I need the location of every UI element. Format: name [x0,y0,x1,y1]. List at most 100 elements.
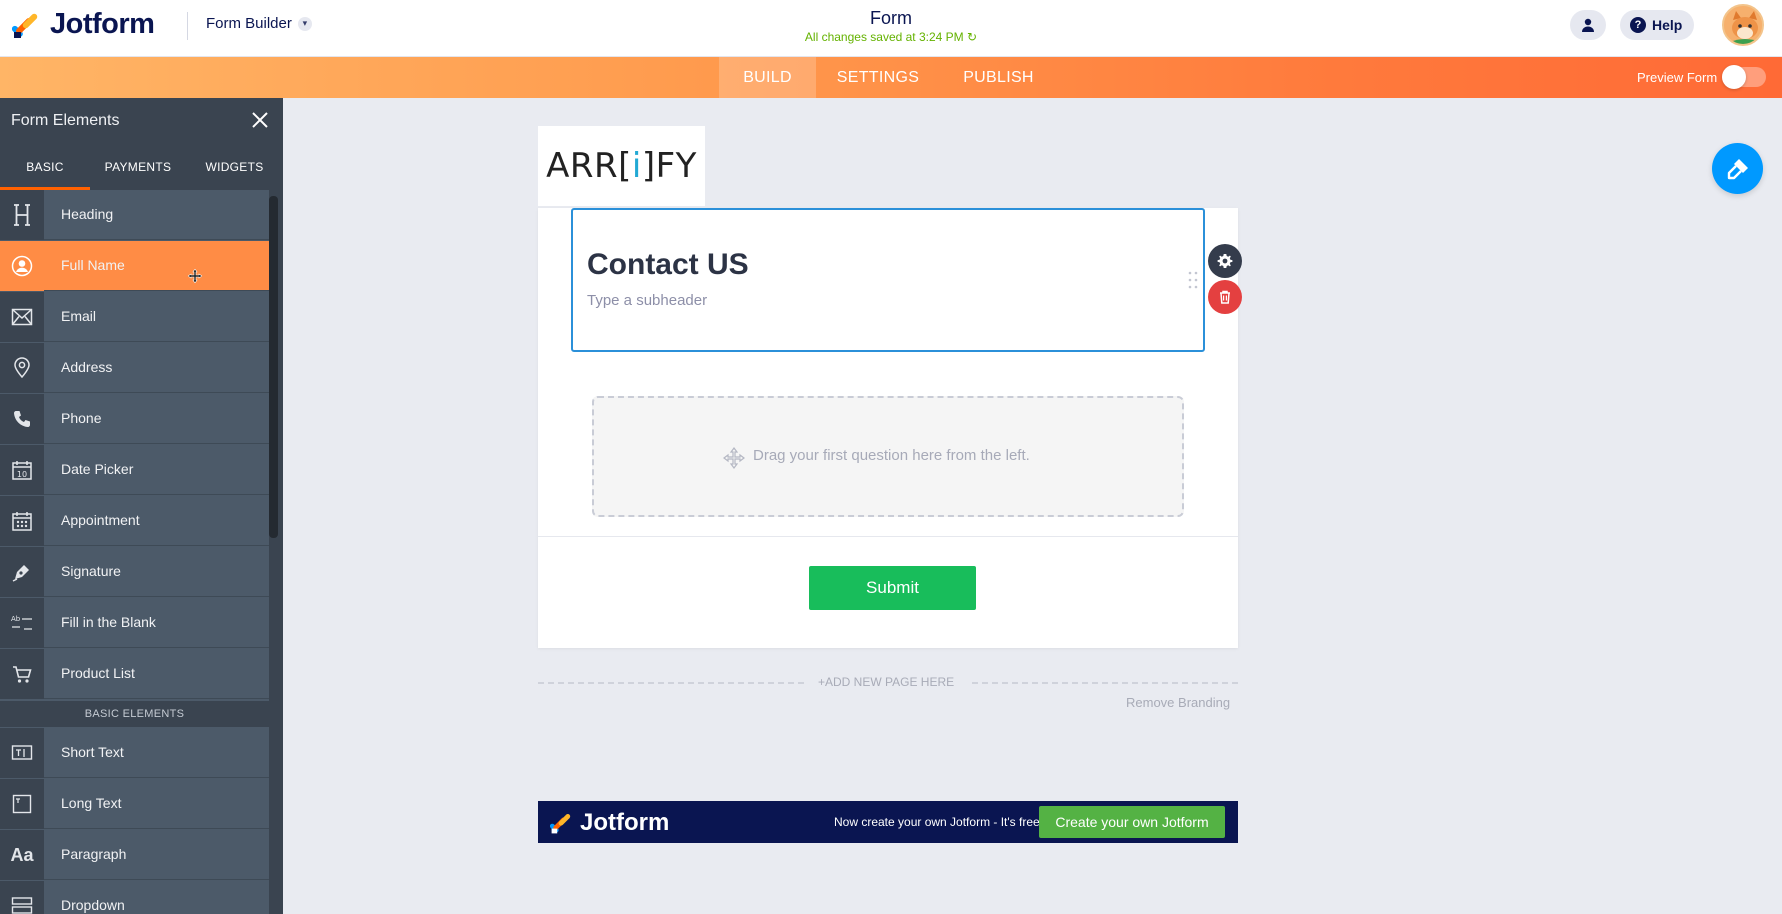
element-label: Heading [61,206,114,222]
help-button[interactable]: ? Help [1620,10,1695,40]
user-icon [1582,18,1594,32]
form-builder-dropdown[interactable]: Form Builder ▾ [206,15,312,32]
builder-navbar: BUILD SETTINGS PUBLISH Preview Form [0,57,1782,98]
submit-button[interactable]: Submit [809,566,976,610]
element-appointment[interactable]: Appointment [0,496,269,546]
paint-roller-icon [1727,158,1748,179]
appointment-icon [0,496,44,546]
heading-icon [0,190,44,240]
element-label: Signature [61,563,121,579]
element-email[interactable]: Email [0,292,269,342]
drag-handle-icon[interactable] [1188,270,1198,290]
save-status: All changes saved at 3:24 PM ↻ [0,30,1782,44]
element-label: Full Name [61,257,125,273]
refresh-icon: ↻ [967,30,978,44]
element-label: Email [61,308,97,324]
form-logo-text: ARR[i]FY [546,146,697,186]
envelope-icon [0,292,44,342]
element-fill-in-the-blank[interactable]: Ab Fill in the Blank [0,598,269,648]
element-signature[interactable]: Signature [0,547,269,597]
element-product-list[interactable]: Product List [0,649,269,699]
element-label: Product List [61,665,135,681]
preview-form-label: Preview Form [1637,70,1718,85]
element-date-picker[interactable]: 10 Date Picker [0,445,269,495]
element-paragraph[interactable]: Aa Paragraph [0,830,269,880]
element-label: Fill in the Blank [61,614,156,630]
avatar[interactable] [1722,4,1764,46]
cat-avatar-icon [1724,6,1762,44]
add-page-divider-left [538,682,804,684]
jotform-logo-text: Jotform [50,8,155,40]
help-label: Help [1652,17,1683,33]
element-heading[interactable]: Heading [0,190,269,240]
field-settings-button[interactable] [1208,244,1242,278]
form-divider [538,536,1238,537]
map-pin-icon [0,343,44,393]
top-header: Jotform Form Builder ▾ Form All changes … [0,0,1782,57]
gear-icon [1217,254,1233,268]
dropdown-icon [0,881,44,914]
jotform-logo[interactable]: Jotform [12,8,155,41]
element-label: Long Text [61,795,122,811]
long-text-icon [0,779,44,829]
element-address[interactable]: Address [0,343,269,393]
element-label: Date Picker [61,461,134,477]
fill-blank-glyph: Ab [11,615,21,623]
element-dropdown[interactable]: Dropdown [0,881,269,914]
save-status-text: All changes saved at 3:24 PM [804,30,964,44]
paragraph-glyph: Aa [10,844,34,865]
element-full-name[interactable]: Full Name [0,241,269,291]
calendar-day-number: 10 [17,470,27,479]
element-label: Dropdown [61,897,125,913]
element-label: Appointment [61,512,140,528]
panel-tabs: BASIC PAYMENTS WIDGETS [0,144,283,190]
panel-scrollbar[interactable] [269,196,278,538]
move-cursor-icon [188,269,202,283]
logo-text-accent: i [631,146,642,186]
panel-header: Form Elements [0,98,283,144]
account-button[interactable] [1570,10,1606,40]
close-icon[interactable] [249,109,271,131]
logo-text-part: ]FY [641,146,697,186]
user-icon [0,241,44,291]
form-heading[interactable]: Contact US [587,248,749,282]
chevron-down-icon: ▾ [297,16,312,31]
form-designer-button[interactable] [1712,143,1763,194]
element-long-text[interactable]: Long Text [0,779,269,829]
tab-widgets[interactable]: WIDGETS [186,144,283,190]
add-new-page-link[interactable]: +ADD NEW PAGE HERE [818,675,954,689]
element-label: Phone [61,410,102,426]
jotform-logo-icon [550,814,571,834]
help-icon: ? [1630,17,1646,33]
preview-toggle-knob[interactable] [1722,65,1746,89]
logo-text-part: ARR[ [546,146,632,186]
branding-logo-text: Jotform [580,809,670,836]
tab-build[interactable]: BUILD [719,57,816,98]
fill-blank-icon: Ab [0,598,44,648]
form-elements-panel: Form Elements BASIC PAYMENTS WIDGETS Hea… [0,98,283,914]
element-phone[interactable]: Phone [0,394,269,444]
tab-publish[interactable]: PUBLISH [950,57,1047,98]
short-text-icon [0,728,44,778]
element-short-text[interactable]: Short Text [0,728,269,778]
jotform-logo-icon [12,13,38,38]
dropzone-hint: Drag your first question here from the l… [753,447,1030,464]
delete-field-button[interactable] [1208,280,1242,314]
form-builder-label: Form Builder [206,15,292,32]
branding-logo[interactable]: Jotform [550,809,669,837]
tab-basic[interactable]: BASIC [0,144,90,190]
add-page-divider-right [972,682,1238,684]
move-arrows-icon [723,447,745,469]
form-subheader[interactable]: Type a subheader [587,292,707,309]
form-logo[interactable]: ARR[i]FY [538,126,705,206]
tab-settings[interactable]: SETTINGS [828,57,928,98]
paragraph-icon: Aa [0,830,44,880]
calendar-icon: 10 [0,445,44,495]
remove-branding-link[interactable]: Remove Branding [1126,695,1230,710]
section-basic-elements: BASIC ELEMENTS [0,701,269,727]
phone-icon [0,394,44,444]
tab-payments[interactable]: PAYMENTS [90,144,186,190]
pen-icon [0,547,44,597]
cart-icon [0,649,44,699]
create-jotform-button[interactable]: Create your own Jotform [1039,806,1225,838]
